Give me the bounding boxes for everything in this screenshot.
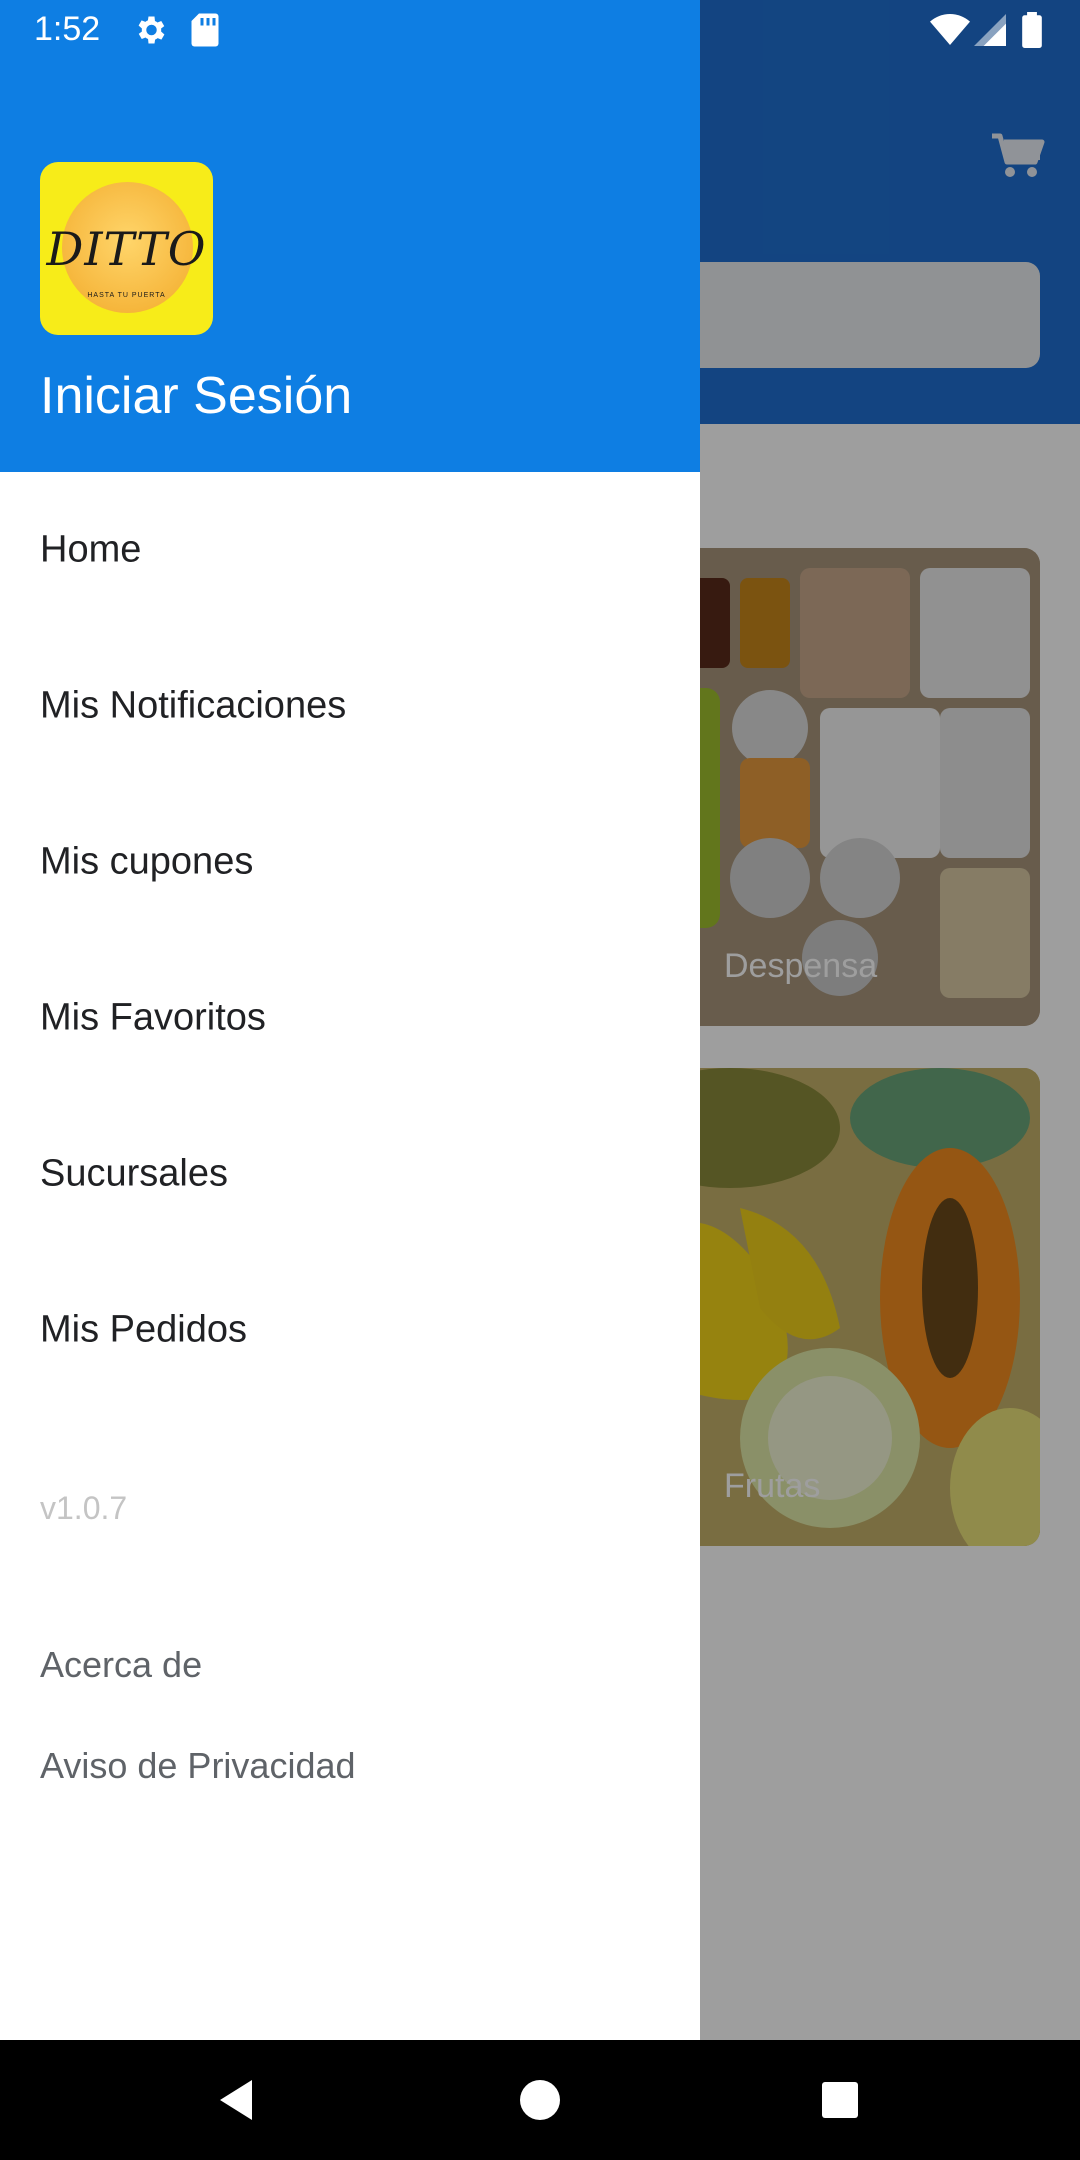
login-link[interactable]: Iniciar Sesión (40, 366, 352, 426)
menu-item-label: Mis Notificaciones (40, 684, 347, 727)
status-bar: 1:52 (0, 0, 1080, 62)
logo-subtext: HASTA TU PUERTA (87, 292, 166, 299)
app-version: v1.0.7 (40, 1490, 128, 1526)
signal-icon (974, 12, 1006, 53)
battery-icon (1022, 12, 1042, 53)
menu-item-label: Mis Favoritos (40, 996, 266, 1039)
drawer-header: DITTO HASTA TU PUERTA Iniciar Sesión (0, 0, 700, 472)
menu-item-label: Home (40, 528, 142, 571)
menu-item-label: Mis cupones (40, 840, 254, 883)
sd-card-icon (190, 12, 220, 53)
menu-item-sucursales[interactable]: Sucursales (0, 1096, 700, 1252)
system-navigation-bar (0, 2040, 1080, 2160)
menu-item-cupones[interactable]: Mis cupones (0, 784, 700, 940)
gear-icon (132, 12, 168, 53)
back-icon[interactable] (214, 2076, 262, 2124)
menu-item-home[interactable]: Home (0, 472, 700, 628)
home-icon[interactable] (516, 2076, 564, 2124)
wifi-icon (930, 12, 970, 53)
menu-item-label: Sucursales (40, 1152, 228, 1195)
about-link[interactable]: Acerca de (40, 1644, 202, 1686)
menu-item-favoritos[interactable]: Mis Favoritos (0, 940, 700, 1096)
recents-icon[interactable] (816, 2076, 864, 2124)
logo-text: DITTO (46, 222, 207, 276)
navigation-drawer: DITTO HASTA TU PUERTA Iniciar Sesión Hom… (0, 0, 700, 2040)
app-logo: DITTO HASTA TU PUERTA (40, 162, 213, 335)
menu-item-label: Mis Pedidos (40, 1308, 247, 1351)
status-time: 1:52 (34, 10, 101, 48)
menu-item-pedidos[interactable]: Mis Pedidos (0, 1252, 700, 1408)
privacy-notice-link[interactable]: Aviso de Privacidad (40, 1745, 356, 1787)
menu-item-notificaciones[interactable]: Mis Notificaciones (0, 628, 700, 784)
